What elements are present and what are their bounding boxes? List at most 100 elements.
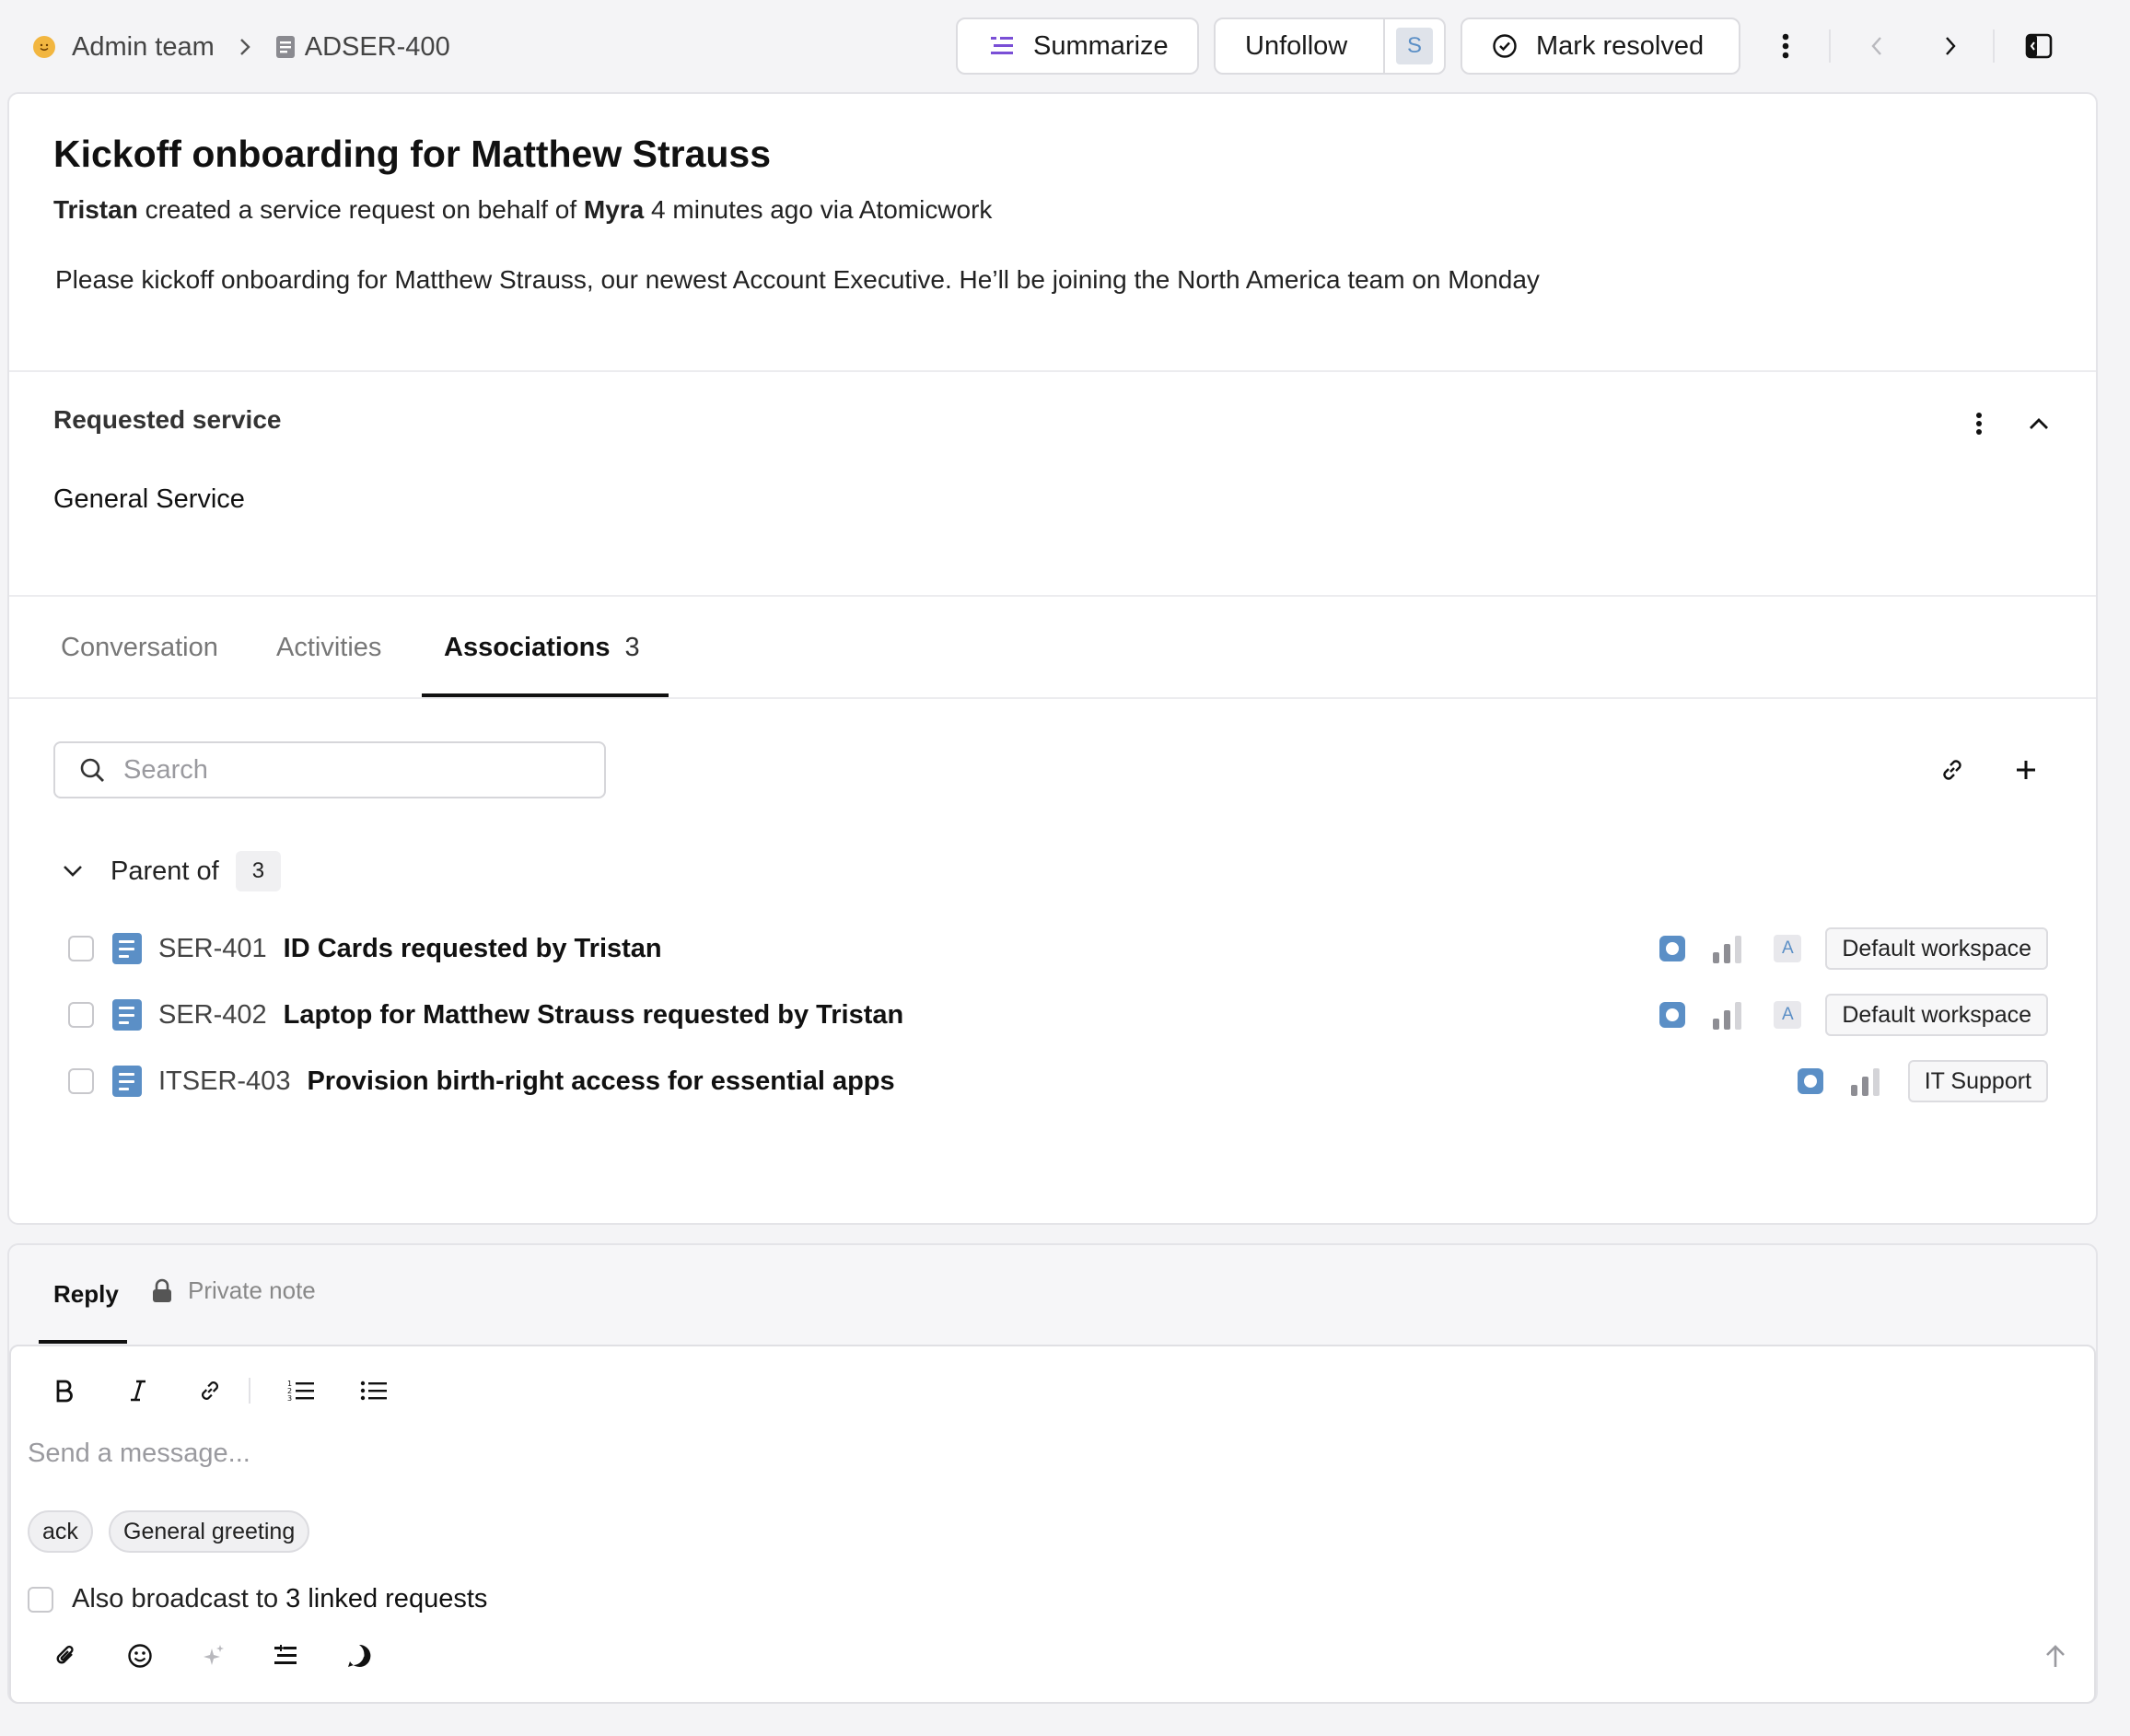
add-comment-icon[interactable] <box>341 1637 378 1674</box>
check-circle-icon <box>1492 33 1518 59</box>
row-title[interactable]: ID Cards requested by Tristan <box>284 934 662 964</box>
source-text: via Atomicwork <box>820 195 993 224</box>
assignee-avatar[interactable]: A <box>1774 935 1802 962</box>
bold-icon[interactable] <box>46 1372 83 1409</box>
more-options-icon[interactable] <box>1768 28 1803 64</box>
status-open-icon[interactable] <box>1659 1002 1686 1028</box>
ticket-title: Kickoff onboarding for Matthew Strauss <box>53 133 772 175</box>
tab-private-note[interactable]: Private note <box>151 1276 316 1305</box>
previous-ticket-icon[interactable] <box>1858 28 1895 64</box>
workspace-tag[interactable]: Default workspace <box>1825 927 2048 970</box>
row-id: SER-402 <box>158 999 267 1030</box>
status-open-icon[interactable] <box>1797 1068 1823 1094</box>
tab-associations[interactable]: Associations 3 <box>444 633 640 663</box>
row-title[interactable]: Provision birth-right access for essenti… <box>307 1066 894 1097</box>
row-id: SER-401 <box>158 933 267 963</box>
unfollow-label: Unfollow <box>1245 30 1348 61</box>
message-placeholder[interactable]: Send a message... <box>28 1439 250 1469</box>
requested-service-heading: Requested service <box>53 405 282 434</box>
parent-of-group[interactable]: Parent of 3 <box>63 851 282 891</box>
chevron-right-icon <box>239 37 251 57</box>
insert-link-icon[interactable] <box>192 1372 228 1409</box>
association-row[interactable]: SER-401 ID Cards requested by Tristan A … <box>68 926 2048 972</box>
requester-name[interactable]: Myra <box>584 195 644 224</box>
broadcast-text: Also broadcast to <box>72 1584 279 1614</box>
assignee-avatar[interactable]: A <box>1774 1001 1802 1029</box>
collapse-chevron-up-icon[interactable] <box>2020 405 2057 442</box>
divider <box>9 370 2096 372</box>
tab-conversation-label: Conversation <box>61 633 218 662</box>
tab-private-note-label: Private note <box>188 1276 316 1304</box>
row-title[interactable]: Laptop for Matthew Strauss requested by … <box>284 1000 904 1031</box>
reply-tab-indicator <box>39 1340 127 1344</box>
association-row[interactable]: SER-402 Laptop for Matthew Strauss reque… <box>68 992 2048 1038</box>
summarize-label: Summarize <box>1033 30 1169 61</box>
row-checkbox[interactable] <box>68 1002 94 1028</box>
reply-composer: Reply Private note 123 Send a message...… <box>7 1243 2098 1704</box>
search-input[interactable] <box>122 753 567 786</box>
associations-search[interactable] <box>53 741 606 798</box>
team-emoji-icon <box>33 36 55 58</box>
service-request-icon <box>112 933 142 964</box>
ticket-doc-icon <box>275 35 296 59</box>
message-editor[interactable]: 123 Send a message... ack General greeti… <box>9 1345 2096 1704</box>
chevron-down-icon <box>63 865 83 878</box>
follower-avatar-initial: S <box>1396 28 1433 64</box>
linked-requests-count[interactable]: 3 linked requests <box>285 1584 487 1614</box>
send-arrow-icon[interactable] <box>2037 1637 2074 1674</box>
ticket-meta: Tristan created a service request on beh… <box>53 195 992 225</box>
add-association-icon[interactable] <box>2008 751 2044 788</box>
ordered-list-icon[interactable]: 123 <box>283 1372 320 1409</box>
tab-activities-label: Activities <box>276 633 382 662</box>
tab-reply[interactable]: Reply <box>53 1280 119 1309</box>
workspace-tag[interactable]: IT Support <box>1907 1060 2048 1102</box>
summarize-button[interactable]: Summarize <box>956 17 1199 75</box>
tab-activities[interactable]: Activities <box>276 633 381 663</box>
priority-bars-icon[interactable] <box>1713 934 1746 963</box>
tab-associations-count: 3 <box>624 633 640 662</box>
divider <box>9 697 2096 699</box>
status-open-icon[interactable] <box>1659 936 1686 961</box>
tab-reply-label: Reply <box>53 1280 119 1308</box>
divider <box>9 595 2096 597</box>
creator-name[interactable]: Tristan <box>53 195 138 224</box>
priority-bars-icon[interactable] <box>1850 1066 1884 1096</box>
breadcrumb: Admin team ADSER-400 <box>33 26 450 68</box>
mark-resolved-label: Mark resolved <box>1536 30 1705 61</box>
italic-icon[interactable] <box>120 1372 157 1409</box>
tab-associations-label: Associations <box>444 633 611 662</box>
row-checkbox[interactable] <box>68 936 94 961</box>
search-icon <box>79 757 105 783</box>
toolbar-divider <box>249 1378 250 1404</box>
link-icon[interactable] <box>1934 751 1971 788</box>
lock-icon <box>151 1278 173 1304</box>
ai-sparkle-icon[interactable] <box>195 1637 232 1674</box>
follower-avatar[interactable]: S <box>1383 19 1444 73</box>
service-request-icon <box>112 1066 142 1097</box>
group-label: Parent of <box>111 856 219 886</box>
next-ticket-icon[interactable] <box>1932 28 1969 64</box>
broadcast-checkbox[interactable] <box>28 1586 53 1613</box>
association-row[interactable]: ITSER-403 Provision birth-right access f… <box>68 1058 2048 1104</box>
workspace-tag[interactable]: Default workspace <box>1825 994 2048 1036</box>
summarize-icon <box>989 34 1015 58</box>
summarize-text-icon[interactable] <box>267 1637 304 1674</box>
canned-response-chip[interactable]: ack <box>28 1510 93 1553</box>
svg-text:3: 3 <box>287 1394 292 1403</box>
group-count-badge: 3 <box>235 851 282 891</box>
emoji-icon[interactable] <box>122 1637 158 1674</box>
breadcrumb-ticket-id[interactable]: ADSER-400 <box>305 32 450 63</box>
row-checkbox[interactable] <box>68 1068 94 1094</box>
requested-service-value: General Service <box>53 484 245 514</box>
priority-bars-icon[interactable] <box>1713 1000 1746 1030</box>
mark-resolved-button[interactable]: Mark resolved <box>1461 17 1740 75</box>
attachment-icon[interactable] <box>48 1637 85 1674</box>
breadcrumb-team[interactable]: Admin team <box>72 32 215 63</box>
section-more-icon[interactable] <box>1965 405 1993 442</box>
toggle-sidebar-icon[interactable] <box>2020 28 2057 64</box>
unfollow-button[interactable]: Unfollow S <box>1214 17 1446 75</box>
canned-response-chip[interactable]: General greeting <box>109 1510 310 1553</box>
tab-conversation[interactable]: Conversation <box>61 633 218 663</box>
bullet-list-icon[interactable] <box>355 1372 392 1409</box>
broadcast-option[interactable]: Also broadcast to 3 linked requests <box>28 1584 487 1614</box>
